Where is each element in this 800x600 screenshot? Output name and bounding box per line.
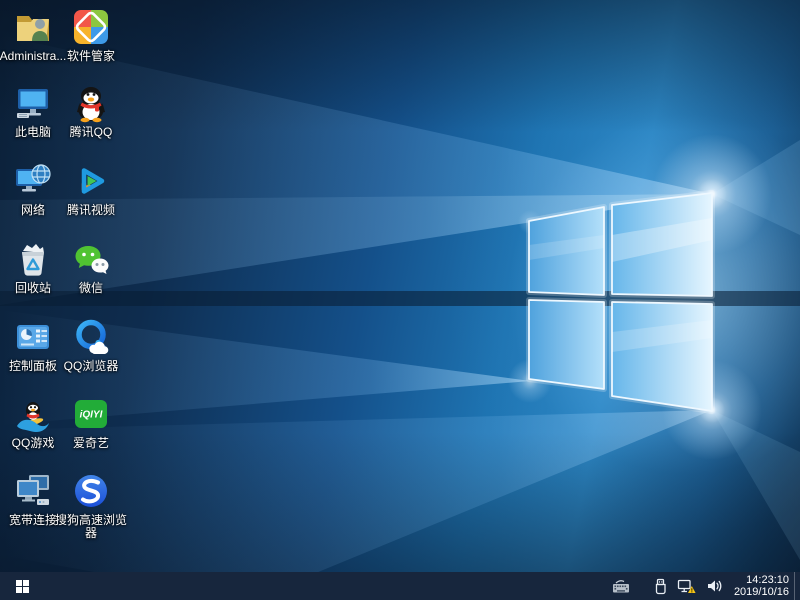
iqiyi-logo-text: iQIYI [80, 410, 103, 421]
desktop-icon-label: 腾讯QQ [70, 126, 113, 139]
desktop-icon-label: 回收站 [15, 282, 51, 295]
taskbar: 14:23:10 2019/10/16 [0, 572, 800, 600]
tencent-video-icon [71, 160, 111, 202]
touch-keyboard-icon[interactable] [607, 572, 635, 600]
network-icon [13, 160, 53, 202]
qq-browser-icon [71, 316, 111, 358]
desktop-icon-label: 微信 [79, 282, 103, 295]
desktop-icon-qq-browser[interactable]: QQ浏览器 [54, 316, 128, 373]
user-folder-icon [13, 6, 53, 48]
desktop-icon-tencent-video[interactable]: 腾讯视频 [54, 160, 128, 217]
windows-start-icon [16, 580, 29, 593]
desktop-icon-label: 网络 [21, 204, 45, 217]
taskbar-clock[interactable]: 14:23:10 2019/10/16 [734, 574, 789, 598]
show-desktop-button[interactable] [794, 572, 800, 600]
desktop-icon-label: 控制面板 [9, 360, 57, 373]
start-button[interactable] [0, 572, 44, 600]
desktop-icon-sogou-browser[interactable]: 搜狗高速浏览器 [54, 470, 128, 540]
software-manager-icon [71, 6, 111, 48]
usb-device-icon[interactable] [649, 572, 672, 600]
desktop-icon-wechat[interactable]: 微信 [54, 238, 128, 295]
volume-icon[interactable] [701, 572, 728, 600]
clock-time: 14:23:10 [734, 574, 789, 586]
desktop-icon-label: QQ浏览器 [64, 360, 119, 373]
desktop-icon-label: QQ游戏 [12, 437, 55, 450]
sogou-browser-icon [71, 470, 111, 512]
network-status-warning-icon[interactable] [672, 572, 701, 600]
desktop-icon-label: 此电脑 [15, 126, 51, 139]
iqiyi-icon: iQIYI [71, 393, 111, 435]
this-pc-icon [13, 82, 53, 124]
control-panel-icon [13, 316, 53, 358]
desktop-icon-label: 搜狗高速浏览器 [54, 514, 128, 540]
desktop-icon-iqiyi[interactable]: iQIYI 爱奇艺 [54, 393, 128, 450]
qq-penguin-icon [71, 82, 111, 124]
desktop-icon-label: 腾讯视频 [67, 204, 115, 217]
desktop-icon-label: 软件管家 [67, 50, 115, 63]
clock-date: 2019/10/16 [734, 586, 789, 598]
desktop-icon-label: 宽带连接 [9, 514, 57, 527]
qq-games-icon [13, 393, 53, 435]
desktop-icon-software-manager[interactable]: 软件管家 [54, 6, 128, 63]
system-tray: 14:23:10 2019/10/16 [607, 572, 800, 600]
desktop-icon-tencent-qq[interactable]: 腾讯QQ [54, 82, 128, 139]
wechat-icon [71, 238, 111, 280]
broadband-connection-icon [13, 470, 53, 512]
recycle-bin-icon [13, 238, 53, 280]
desktop-icon-label: 爱奇艺 [73, 437, 109, 450]
